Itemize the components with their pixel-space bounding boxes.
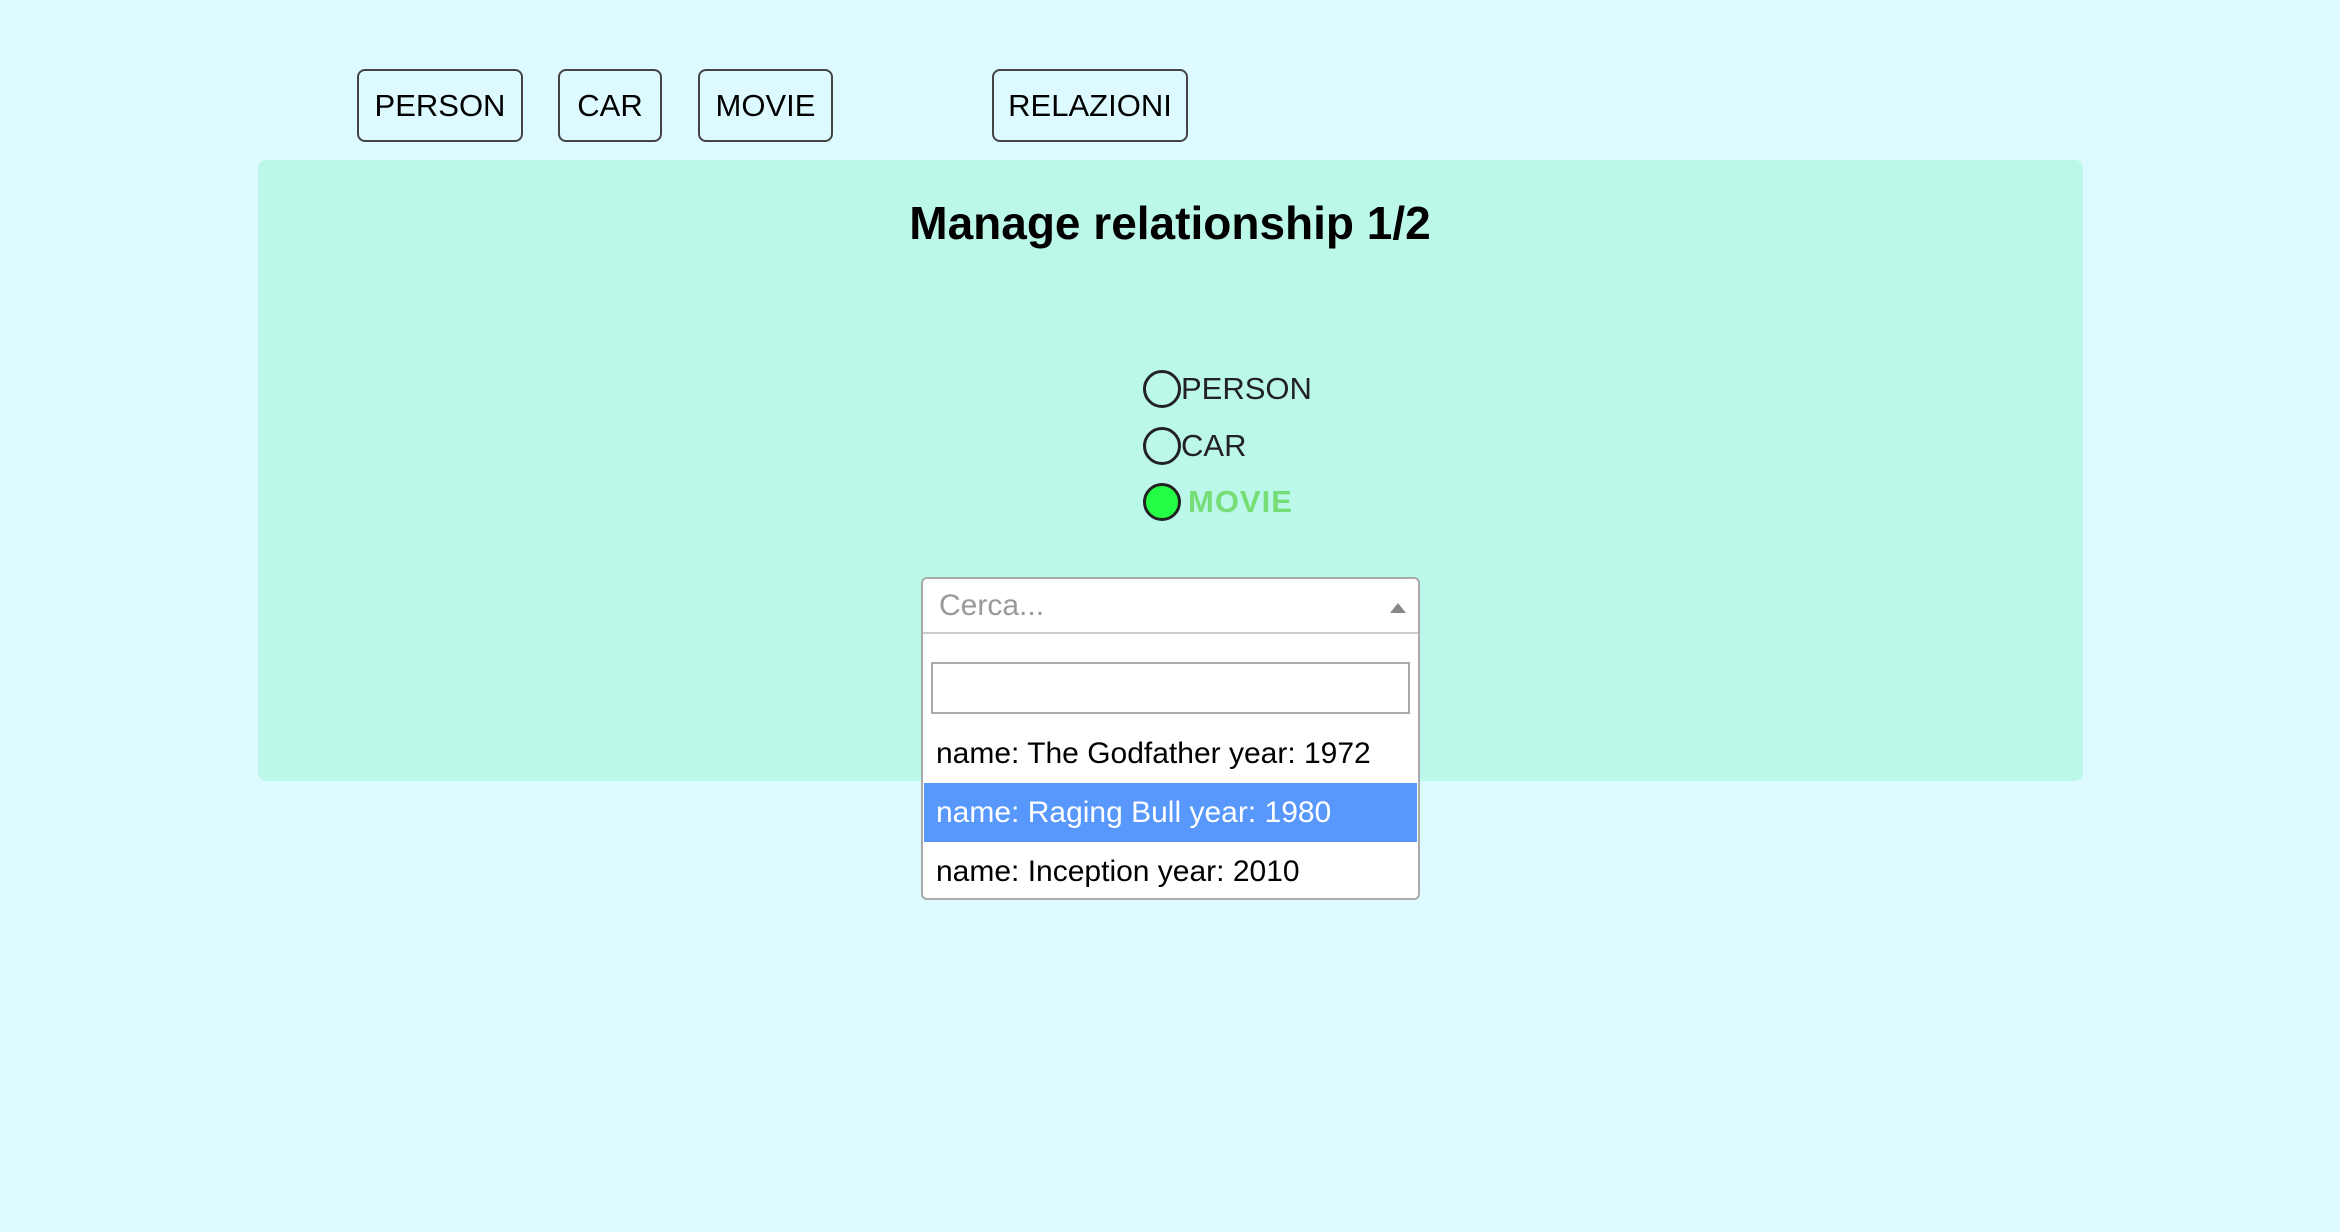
- option-item[interactable]: name: The Godfather year: 1972: [924, 724, 1417, 783]
- radio-circle-icon[interactable]: [1143, 427, 1181, 465]
- option-item[interactable]: name: Inception year: 2010: [924, 842, 1417, 898]
- nav-person-button[interactable]: PERSON: [357, 69, 523, 142]
- chevron-up-icon[interactable]: [1390, 603, 1406, 613]
- radio-circle-icon[interactable]: [1143, 370, 1181, 408]
- option-item-highlighted[interactable]: name: Raging Bull year: 1980: [924, 783, 1417, 842]
- select-placeholder: Cerca...: [939, 588, 1045, 622]
- radio-person[interactable]: PERSON: [1143, 369, 1312, 409]
- page-title: Manage relationship 1/2: [909, 197, 1431, 249]
- movie-select-dropdown[interactable]: Cerca... name: The Godfather year: 1972 …: [921, 577, 1420, 900]
- radio-label: CAR: [1181, 428, 1247, 463]
- nav-car-button[interactable]: CAR: [558, 69, 662, 142]
- radio-label: PERSON: [1181, 371, 1312, 406]
- radio-circle-checked-icon[interactable]: [1143, 483, 1181, 521]
- radio-car[interactable]: CAR: [1143, 426, 1246, 466]
- nav-relazioni-button[interactable]: RELAZIONI: [992, 69, 1188, 142]
- select-toggle[interactable]: Cerca...: [923, 579, 1418, 634]
- search-wrapper: [923, 634, 1418, 724]
- search-input[interactable]: [931, 662, 1410, 714]
- nav-movie-button[interactable]: MOVIE: [698, 69, 833, 142]
- radio-movie[interactable]: MOVIE: [1143, 482, 1293, 522]
- radio-label: MOVIE: [1188, 484, 1293, 519]
